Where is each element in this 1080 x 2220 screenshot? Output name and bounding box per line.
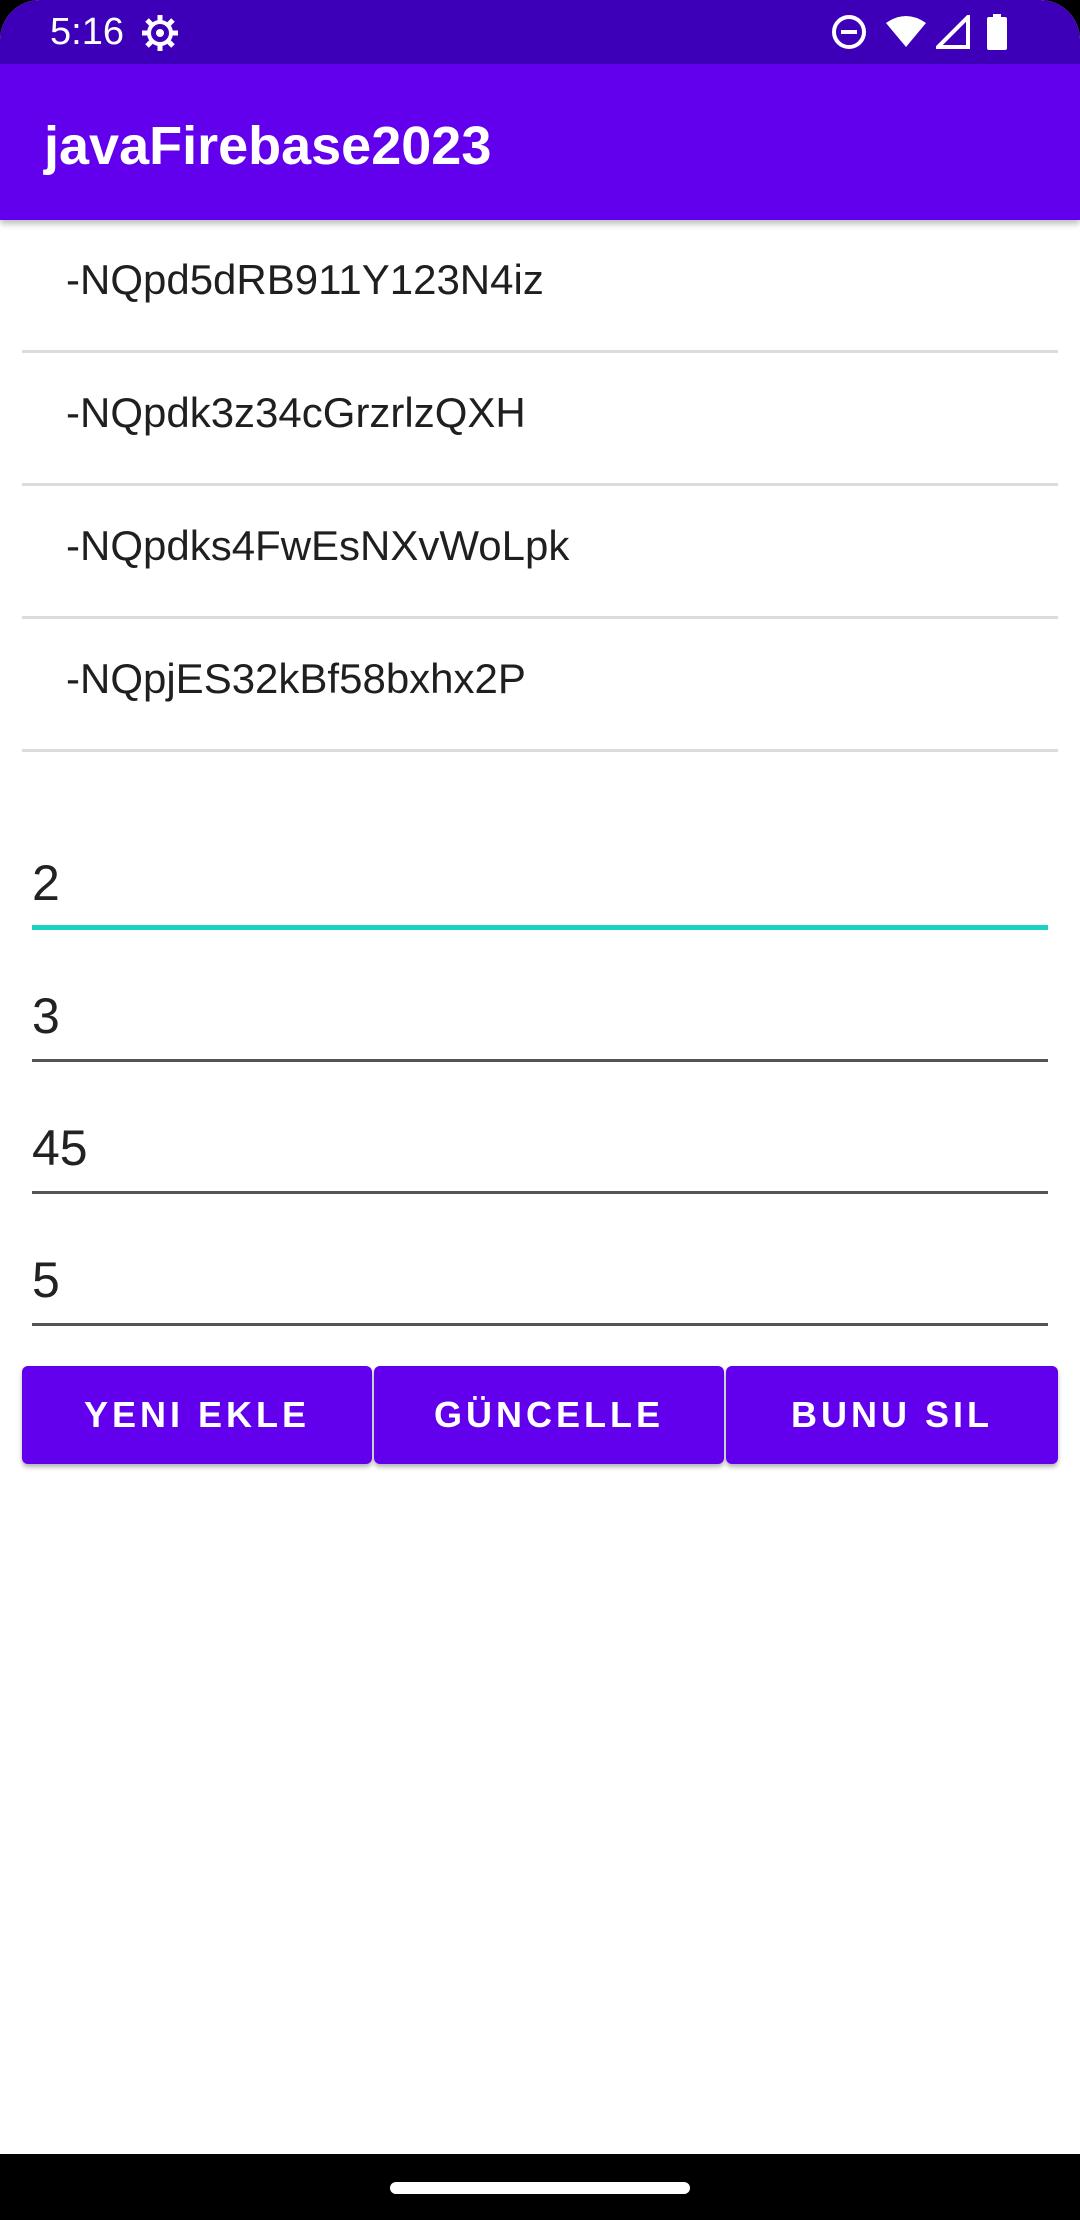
add-new-button[interactable]: YENI EKLE bbox=[22, 1366, 372, 1464]
value-field-1[interactable] bbox=[32, 820, 1048, 930]
app-bar: javaFirebase2023 bbox=[0, 64, 1080, 220]
list-item-label: -NQpdks4FwEsNXvWoLpk bbox=[66, 522, 570, 569]
field-container bbox=[32, 952, 1048, 1084]
status-icons bbox=[820, 12, 1008, 52]
list-item[interactable]: -NQpdks4FwEsNXvWoLpk bbox=[22, 486, 1058, 619]
action-buttons: YENI EKLE GÜNCELLE BUNU SIL bbox=[22, 1366, 1058, 1464]
app-title: javaFirebase2023 bbox=[44, 116, 492, 176]
field-container bbox=[32, 1084, 1048, 1216]
list-item[interactable]: -NQpdk3z34cGrzrlzQXH bbox=[22, 353, 1058, 486]
list-item-label: -NQpjES32kBf58bxhx2P bbox=[66, 655, 526, 702]
field-container bbox=[32, 820, 1048, 952]
list-item-label: -NQpd5dRB911Y123N4iz bbox=[66, 256, 544, 303]
update-button[interactable]: GÜNCELLE bbox=[374, 1366, 724, 1464]
input-fields bbox=[32, 820, 1048, 1348]
value-field-4[interactable] bbox=[32, 1216, 1048, 1326]
field-container bbox=[32, 1216, 1048, 1348]
battery-icon bbox=[986, 14, 1008, 50]
list-item-label: -NQpdk3z34cGrzrlzQXH bbox=[66, 389, 526, 436]
status-time: 5:16 bbox=[50, 11, 124, 53]
cell-signal-icon bbox=[936, 15, 970, 49]
app-screen: 5:16 javaFirebase2023 -NQpd5dRB911Y123N4… bbox=[0, 0, 1080, 2220]
settings-gear-icon bbox=[140, 13, 180, 53]
delete-button[interactable]: BUNU SIL bbox=[726, 1366, 1058, 1464]
do-not-disturb-icon bbox=[830, 13, 868, 51]
list-item[interactable]: -NQpd5dRB911Y123N4iz bbox=[22, 220, 1058, 353]
wifi-icon bbox=[886, 15, 926, 49]
navigation-bar bbox=[0, 2154, 1080, 2220]
value-field-2[interactable] bbox=[32, 952, 1048, 1062]
home-gesture-handle[interactable] bbox=[390, 2182, 690, 2194]
key-list: -NQpd5dRB911Y123N4iz -NQpdk3z34cGrzrlzQX… bbox=[22, 220, 1058, 752]
status-bar: 5:16 bbox=[0, 0, 1080, 64]
value-field-3[interactable] bbox=[32, 1084, 1048, 1194]
list-item[interactable]: -NQpjES32kBf58bxhx2P bbox=[22, 619, 1058, 752]
